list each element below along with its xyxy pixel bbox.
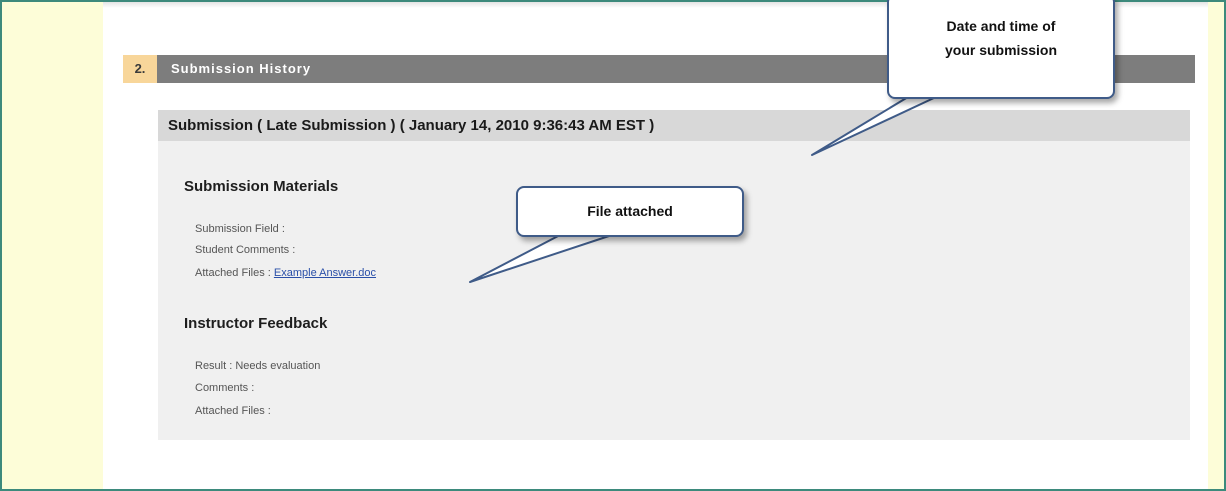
date-callout-line2: your submission	[944, 42, 1058, 58]
file-attached-callout: File attached	[516, 186, 744, 237]
date-callout-line1: Date and time of	[946, 18, 1056, 34]
date-callout-tail	[811, 96, 937, 156]
file-callout-tail	[469, 234, 613, 283]
date-time-callout: Date and time of your submission	[887, 0, 1115, 99]
file-callout-text: File attached	[587, 203, 673, 219]
